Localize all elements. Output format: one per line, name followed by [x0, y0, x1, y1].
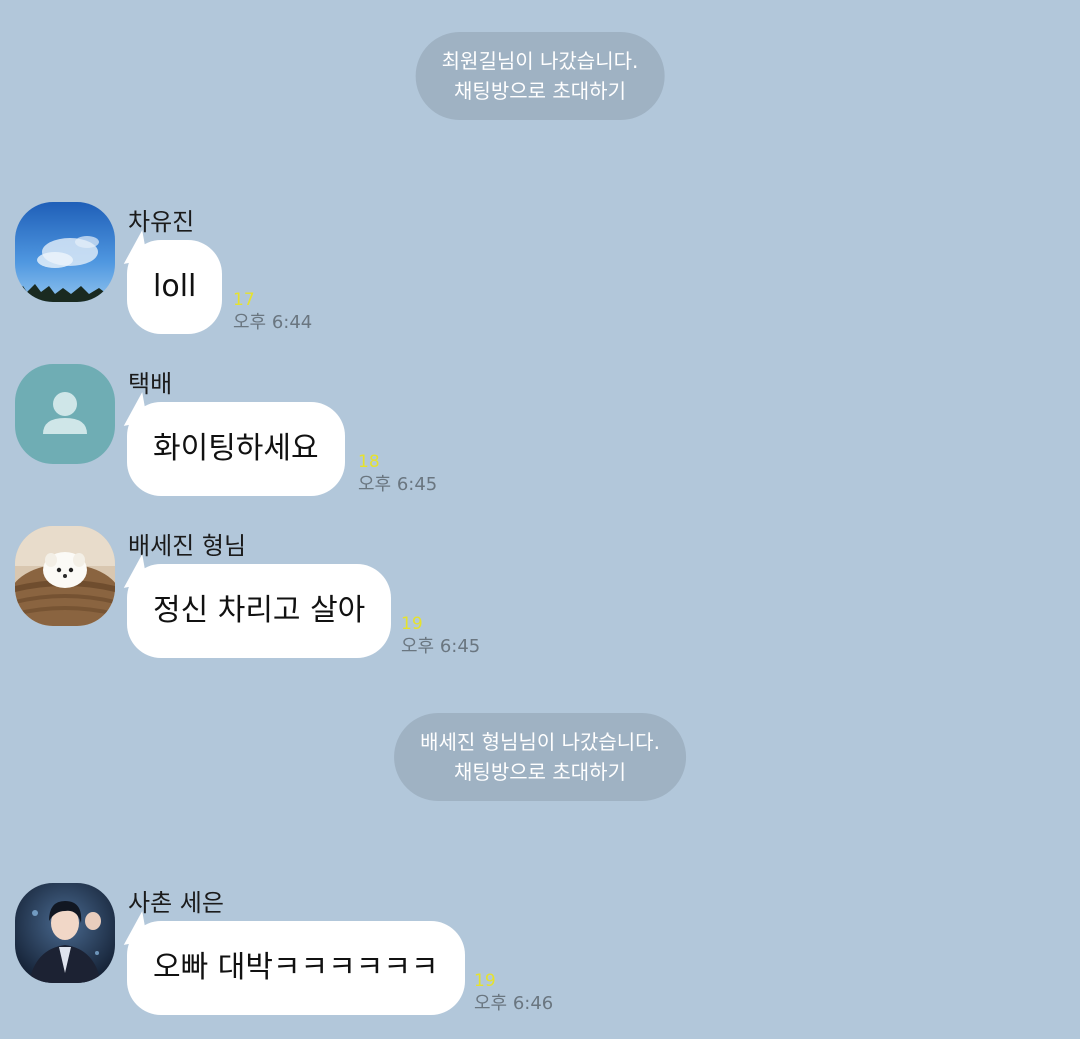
unread-count: 19 — [401, 614, 423, 634]
puppy-photo — [15, 526, 115, 626]
message-bubble[interactable]: 정신 차리고 살아 — [127, 564, 392, 658]
unread-count: 17 — [233, 290, 255, 310]
message-bubble[interactable]: 화이팅하세요 — [127, 402, 345, 496]
invite-to-chat-link[interactable]: 채팅방으로 초대하기 — [420, 757, 660, 787]
avatar[interactable] — [15, 526, 115, 626]
unread-count: 18 — [358, 452, 380, 472]
system-message-left-chat: 최원길님이 나갔습니다. 채팅방으로 초대하기 — [415, 32, 665, 120]
message-meta: 19 오후 6:46 — [474, 971, 553, 1017]
system-message-text: 최원길님이 나갔습니다. — [441, 49, 639, 73]
message-meta: 18 오후 6:45 — [358, 452, 437, 498]
system-message-left-chat: 배세진 형님님이 나갔습니다. 채팅방으로 초대하기 — [394, 713, 686, 801]
avatar[interactable] — [15, 364, 115, 464]
message-time: 오후 6:45 — [358, 474, 438, 495]
system-message-text: 배세진 형님님이 나갔습니다. — [420, 730, 660, 754]
illustrated-man-photo — [15, 883, 115, 983]
message-meta: 19 오후 6:45 — [401, 614, 480, 660]
person-icon — [43, 392, 87, 434]
sender-name: 배세진 형님 — [128, 532, 247, 560]
message-time: 오후 6:44 — [233, 312, 313, 333]
unread-count: 19 — [474, 971, 496, 991]
message-bubble[interactable]: loll — [127, 240, 223, 334]
message-time: 오후 6:45 — [401, 636, 481, 657]
avatar[interactable] — [15, 883, 115, 983]
message-meta: 17 오후 6:44 — [233, 290, 312, 336]
message-time: 오후 6:46 — [474, 993, 554, 1014]
avatar[interactable] — [15, 202, 115, 302]
message-bubble[interactable]: 오빠 대박ㅋㅋㅋㅋㅋㅋ — [127, 921, 465, 1015]
invite-to-chat-link[interactable]: 채팅방으로 초대하기 — [442, 76, 639, 106]
sky-photo — [15, 202, 115, 302]
